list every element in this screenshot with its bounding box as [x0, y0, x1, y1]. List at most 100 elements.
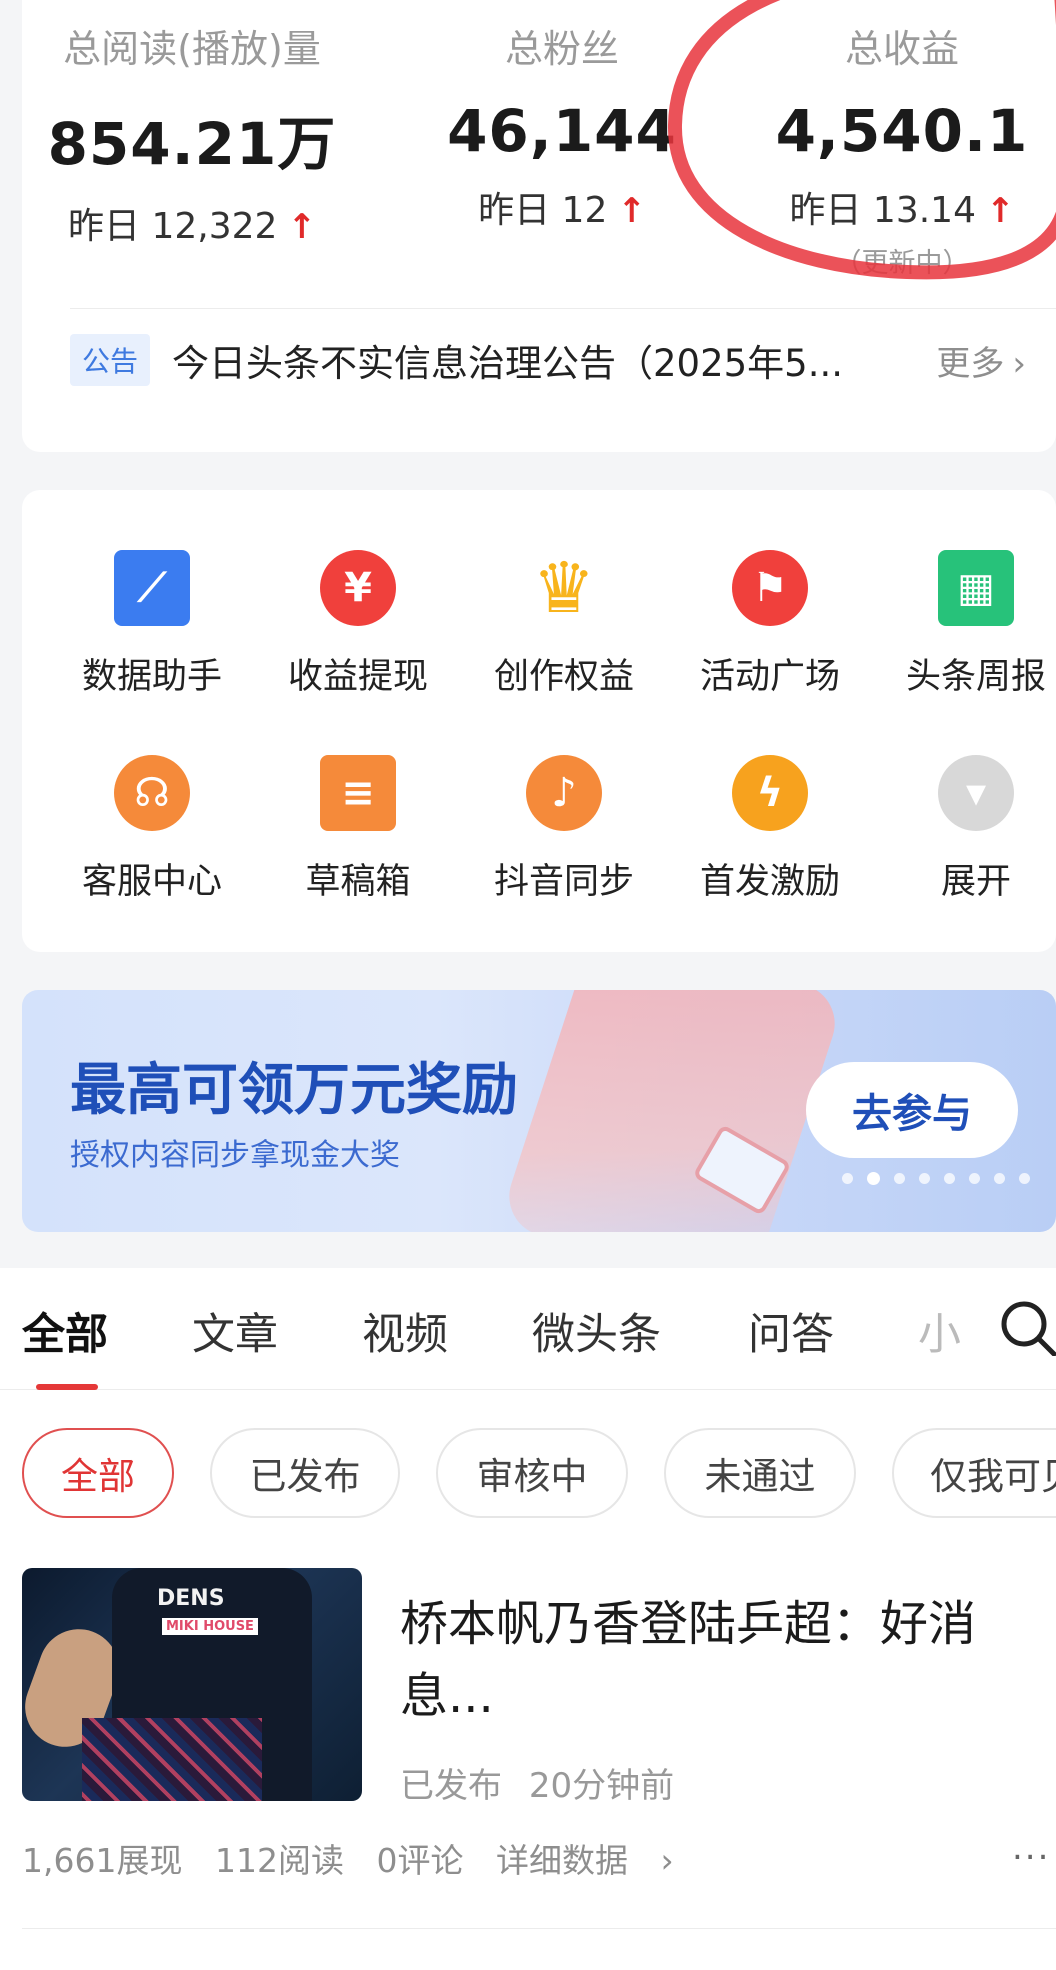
content-tabs: 全部 文章 视频 微头条 问答 小	[0, 1268, 1056, 1390]
filter-published[interactable]: 已发布	[210, 1428, 400, 1518]
tool-label: 抖音同步	[493, 862, 634, 902]
stat-yesterday-text: 昨日 12	[478, 190, 608, 231]
stat-yesterday: 昨日 12,322 ↑	[42, 197, 342, 249]
article-item[interactable]: DENS MIKI HOUSE 桥本帆乃香登陆乒超：好消息... 已发布 20分…	[22, 1568, 1056, 1808]
carousel-dot[interactable]	[919, 1173, 930, 1184]
chevron-right-icon: ›	[1012, 343, 1026, 384]
stat-total-income[interactable]: 总收益 4,540.1 昨日 13.14 ↑ （更新中）	[752, 18, 1052, 280]
carousel-dot[interactable]	[944, 1173, 955, 1184]
more-options-icon[interactable]: ...	[1012, 1828, 1050, 1868]
notice-more-label: 更多	[936, 343, 1005, 384]
calendar-icon: ▦	[938, 550, 1014, 626]
carousel-dot-active[interactable]	[867, 1172, 880, 1185]
tool-crown[interactable]: ♛ 创作权益	[464, 547, 664, 699]
promo-banner[interactable]: 最高可领万元奖励 授权内容同步拿现金大奖 去参与	[22, 990, 1056, 1232]
article-meta: 已发布 20分钟前	[400, 1758, 674, 1807]
stat-yesterday: 昨日 12 ↑	[412, 181, 712, 233]
article-comments: 0评论	[376, 1841, 464, 1880]
chevron-right-icon: ›	[660, 1841, 674, 1880]
chart-icon: ⟋	[114, 550, 190, 626]
tool-label: 展开	[940, 862, 1011, 902]
tool-label: 客服中心	[81, 862, 222, 902]
stats-card: 总阅读(播放)量 854.21万 昨日 12,322 ↑ 总粉丝 46,144 昨…	[22, 0, 1056, 452]
headset-icon: ☊	[114, 755, 190, 831]
article-title[interactable]: 桥本帆乃香登陆乒超：好消息...	[400, 1588, 1040, 1732]
carousel-dot[interactable]	[994, 1173, 1005, 1184]
filter-private[interactable]: 仅我可见	[892, 1428, 1056, 1518]
carousel-dot[interactable]	[894, 1173, 905, 1184]
notice-bar[interactable]: 公告 今日头条不实信息治理公告（2025年5... 更多 ›	[70, 330, 1026, 390]
status-filters: 全部 已发布 审核中 未通过 仅我可见	[0, 1428, 1056, 1522]
tool-flag[interactable]: ⚑ 活动广场	[670, 550, 870, 699]
tool-chart[interactable]: ⟋ 数据助手	[52, 550, 252, 699]
content-list: 全部 文章 视频 微头条 问答 小 全部 已发布 审核中 未通过 仅我可见 DE…	[0, 1268, 1056, 1970]
banner-join-button[interactable]: 去参与	[806, 1062, 1018, 1158]
stat-yesterday: 昨日 13.14 ↑	[752, 181, 1052, 233]
tool-label: 首发激励	[699, 862, 840, 902]
up-arrow-icon: ↑	[986, 191, 1015, 231]
tool-headset[interactable]: ☊ 客服中心	[52, 755, 252, 904]
tool-label: 草稿箱	[305, 862, 411, 902]
tool-draft[interactable]: ≡ 草稿箱	[258, 755, 458, 904]
tool-label: 数据助手	[81, 657, 222, 697]
tool-expand[interactable]: ▾ 展开	[876, 755, 1056, 904]
tool-yuan[interactable]: ¥ 收益提现	[258, 550, 458, 699]
stat-yesterday-text: 昨日 13.14	[789, 190, 976, 231]
lightning-icon: ϟ	[732, 755, 808, 831]
tool-lightning[interactable]: ϟ 首发激励	[670, 755, 870, 904]
article-status: 已发布	[400, 1766, 502, 1806]
yuan-icon: ¥	[320, 550, 396, 626]
tab-qa[interactable]: 问答	[748, 1300, 834, 1362]
stat-value: 854.21万	[47, 110, 337, 178]
tab-videos[interactable]: 视频	[362, 1300, 448, 1362]
banner-subtitle: 授权内容同步拿现金大奖	[70, 1138, 400, 1173]
search-icon[interactable]	[998, 1298, 1056, 1356]
stat-yesterday-text: 昨日 12,322	[68, 206, 278, 247]
article-reads: 112阅读	[214, 1841, 344, 1880]
banner-title: 最高可领万元奖励	[70, 1058, 518, 1123]
stat-label: 总阅读(播放)量	[63, 27, 321, 71]
divider	[22, 1928, 1056, 1929]
thumbnail-text: MIKI HOUSE	[162, 1618, 258, 1635]
tool-douyin[interactable]: ♪ 抖音同步	[464, 755, 664, 904]
filter-reviewing[interactable]: 审核中	[436, 1428, 628, 1518]
tool-label: 头条周报	[905, 657, 1046, 697]
carousel-dot[interactable]	[842, 1173, 853, 1184]
filter-rejected[interactable]: 未通过	[664, 1428, 856, 1518]
tab-micro-posts[interactable]: 微头条	[532, 1300, 661, 1362]
stat-label: 总粉丝	[504, 27, 619, 71]
carousel-dot[interactable]	[1019, 1173, 1030, 1184]
carousel-dots	[842, 1172, 1030, 1185]
active-tab-indicator	[36, 1384, 98, 1390]
douyin-icon: ♪	[526, 755, 602, 831]
thumbnail-text: DENS	[157, 1586, 225, 1611]
tool-label: 收益提现	[287, 657, 428, 697]
article-details-link[interactable]: 详细数据 ›	[496, 1841, 696, 1880]
stat-update-note: （更新中）	[834, 248, 970, 279]
tool-label: 活动广场	[699, 657, 840, 697]
tool-label: 创作权益	[493, 657, 634, 697]
tools-grid: ⟋ 数据助手 ¥ 收益提现 ♛ 创作权益 ⚑ 活动广场 ▦ 头条周报 ☊ 客服中心 ≡ 草稿箱 ♪ 抖音同步 ϟ…	[22, 490, 1056, 952]
notice-more-link[interactable]: 更多 ›	[936, 336, 1026, 385]
stat-total-fans[interactable]: 总粉丝 46,144 昨日 12 ↑	[412, 18, 712, 233]
notice-text[interactable]: 今日头条不实信息治理公告（2025年5...	[172, 333, 922, 387]
article-impressions: 1,661展现	[22, 1841, 183, 1880]
crown-icon: ♛	[532, 547, 596, 629]
article-thumbnail[interactable]: DENS MIKI HOUSE	[22, 1568, 362, 1801]
carousel-dot[interactable]	[969, 1173, 980, 1184]
article-stats: 1,661展现 112阅读 0评论 详细数据 › ...	[22, 1828, 1056, 1882]
banner-decoration	[498, 990, 846, 1232]
tab-all[interactable]: 全部	[22, 1300, 108, 1362]
article-time: 20分钟前	[528, 1766, 675, 1806]
flag-icon: ⚑	[732, 550, 808, 626]
stat-value: 4,540.1	[775, 97, 1029, 165]
notice-tag: 公告	[70, 334, 151, 386]
divider	[70, 308, 1056, 309]
up-arrow-icon: ↑	[287, 207, 316, 247]
stat-total-reads[interactable]: 总阅读(播放)量 854.21万 昨日 12,322 ↑	[42, 18, 342, 249]
filter-all[interactable]: 全部	[22, 1428, 174, 1518]
tool-calendar[interactable]: ▦ 头条周报	[876, 550, 1056, 699]
tab-articles[interactable]: 文章	[192, 1300, 278, 1362]
tab-more-partial[interactable]: 小	[918, 1300, 961, 1362]
draft-icon: ≡	[320, 755, 396, 831]
